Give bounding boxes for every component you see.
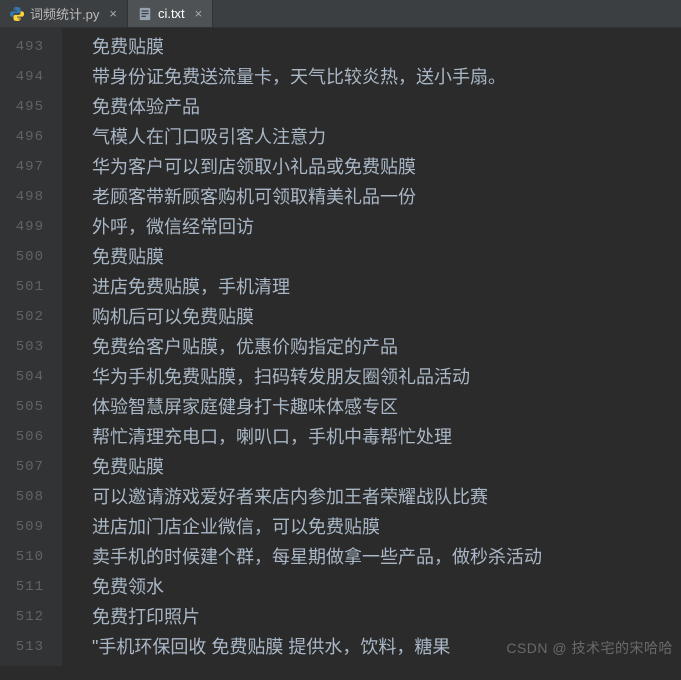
tab-bar: 词频统计.py × ci.txt ×	[0, 0, 681, 28]
line-number: 497	[0, 152, 44, 182]
line-number: 505	[0, 392, 44, 422]
line-number: 500	[0, 242, 44, 272]
text-line: 进店免费贴膜，手机清理	[92, 272, 681, 302]
line-number: 506	[0, 422, 44, 452]
text-line: 带身份证免费送流量卡，天气比较炎热，送小手扇。	[92, 62, 681, 92]
tab-label: ci.txt	[158, 6, 185, 21]
tab-label: 词频统计.py	[30, 4, 99, 23]
line-number: 496	[0, 122, 44, 152]
line-number: 499	[0, 212, 44, 242]
line-number: 498	[0, 182, 44, 212]
editor-content[interactable]: 免费贴膜带身份证免费送流量卡，天气比较炎热，送小手扇。免费体验产品气模人在门口吸…	[62, 28, 681, 666]
line-number: 509	[0, 512, 44, 542]
line-number: 512	[0, 602, 44, 632]
text-line: 帮忙清理充电口，喇叭口，手机中毒帮忙处理	[92, 422, 681, 452]
line-number: 503	[0, 332, 44, 362]
line-number: 510	[0, 542, 44, 572]
line-number: 504	[0, 362, 44, 392]
close-icon[interactable]: ×	[195, 6, 203, 21]
text-line: 可以邀请游戏爱好者来店内参加王者荣耀战队比赛	[92, 482, 681, 512]
text-line: 进店加门店企业微信，可以免费贴膜	[92, 512, 681, 542]
text-line: 免费领水	[92, 572, 681, 602]
editor-area: 4934944954964974984995005015025035045055…	[0, 28, 681, 666]
text-line: 免费贴膜	[92, 242, 681, 272]
text-line: 外呼，微信经常回访	[92, 212, 681, 242]
text-line: 卖手机的时候建个群，每星期做拿一些产品，做秒杀活动	[92, 542, 681, 572]
text-line: 体验智慧屏家庭健身打卡趣味体感专区	[92, 392, 681, 422]
line-number	[0, 662, 44, 680]
text-line: 免费打印照片	[92, 602, 681, 632]
line-number: 494	[0, 62, 44, 92]
text-line: 购机后可以免费贴膜	[92, 302, 681, 332]
line-number: 502	[0, 302, 44, 332]
text-line: 气模人在门口吸引客人注意力	[92, 122, 681, 152]
text-line: 免费贴膜	[92, 32, 681, 62]
line-number: 511	[0, 572, 44, 602]
text-line: 免费给客户贴膜，优惠价购指定的产品	[92, 332, 681, 362]
text-line: 老顾客带新顾客购机可领取精美礼品一份	[92, 182, 681, 212]
line-number: 513	[0, 632, 44, 662]
text-line: 免费休息充电，功能测测咨询"	[92, 662, 681, 666]
python-icon	[10, 7, 24, 21]
line-number: 495	[0, 92, 44, 122]
tab-python-file[interactable]: 词频统计.py ×	[0, 0, 128, 27]
line-number: 508	[0, 482, 44, 512]
text-line: 华为客户可以到店领取小礼品或免费贴膜	[92, 152, 681, 182]
text-line: 免费体验产品	[92, 92, 681, 122]
text-line: 华为手机免费贴膜，扫码转发朋友圈领礼品活动	[92, 362, 681, 392]
line-number-gutter: 4934944954964974984995005015025035045055…	[0, 28, 62, 666]
text-line: 免费贴膜	[92, 452, 681, 482]
line-number: 501	[0, 272, 44, 302]
tab-text-file[interactable]: ci.txt ×	[128, 0, 213, 27]
close-icon[interactable]: ×	[109, 6, 117, 21]
text-line: "手机环保回收 免费贴膜 提供水，饮料，糖果	[92, 632, 681, 662]
line-number: 507	[0, 452, 44, 482]
text-file-icon	[138, 7, 152, 21]
line-number: 493	[0, 32, 44, 62]
